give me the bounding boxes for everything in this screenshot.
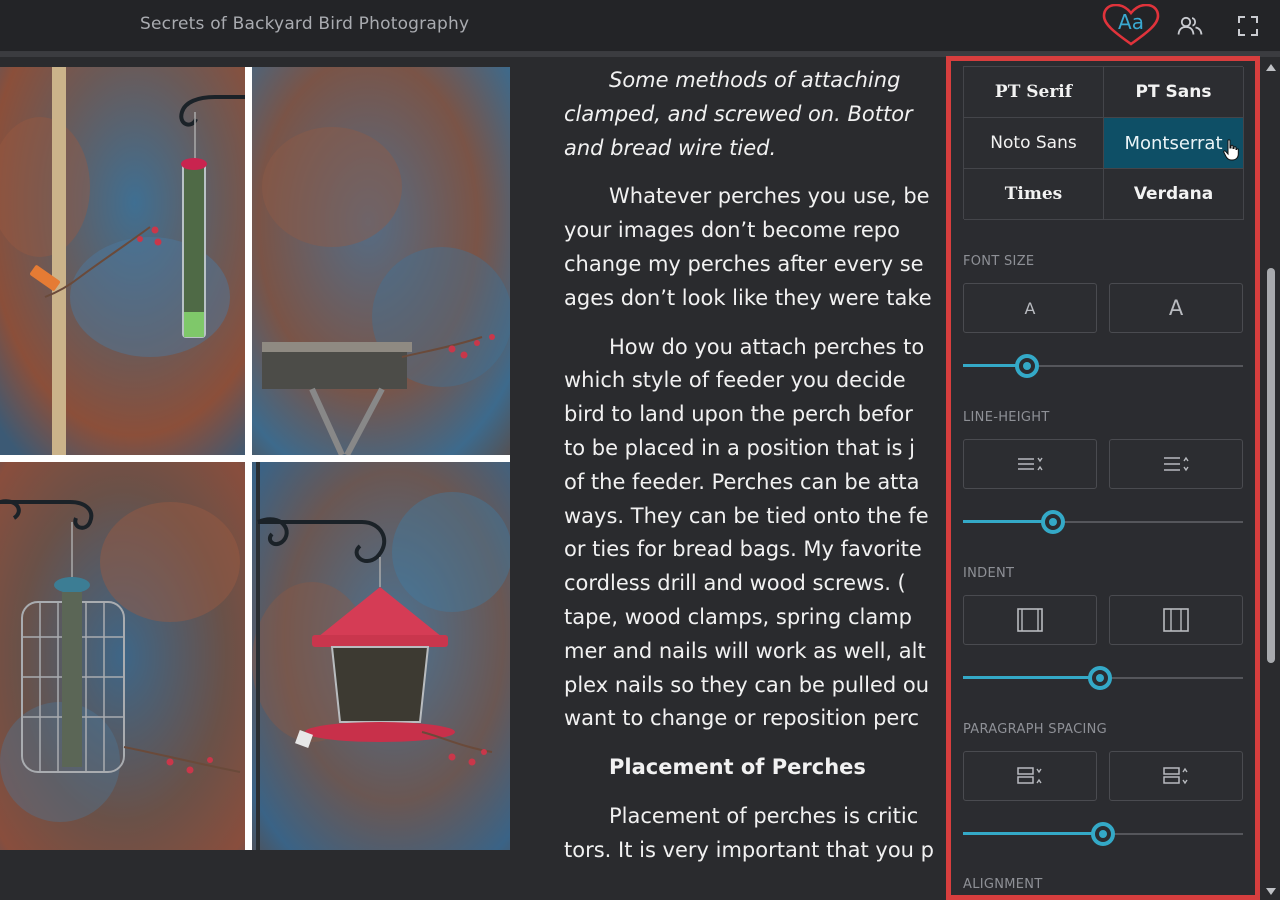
paragraph-line: ages don’t look like they were take (564, 285, 932, 310)
indent-label: INDENT (963, 566, 1015, 581)
section-heading: Placement of Perches (609, 755, 866, 780)
decrease-line-height-button[interactable] (963, 439, 1097, 489)
paragraph-spacing-label: PARAGRAPH SPACING (963, 722, 1108, 737)
line-height-slider-thumb[interactable] (1041, 510, 1065, 534)
increase-paragraph-spacing-button[interactable] (1109, 751, 1243, 801)
font-option-pt-serif[interactable]: PT Serif (964, 67, 1104, 118)
indent-decrease-icon (1017, 608, 1043, 632)
indent-slider-thumb[interactable] (1088, 666, 1112, 690)
paragraph-line: tape, wood clamps, spring clamp (564, 604, 912, 629)
settings-scrollbar[interactable] (1262, 58, 1280, 900)
paragraph-spacing-slider-thumb[interactable] (1091, 822, 1115, 846)
alignment-label: ALIGNMENT (963, 877, 1043, 892)
paragraph-line: of the feeder. Perches can be atta (564, 469, 920, 494)
paragraph-line: which style of feeder you decide (564, 368, 906, 393)
font-size-label: FONT SIZE (963, 254, 1035, 269)
paragraph-spacing-increase-icon (1163, 767, 1188, 785)
aa-label: Aa (1118, 10, 1144, 34)
photo-cage-feeder (0, 462, 245, 850)
font-option-noto-sans[interactable]: Noto Sans (964, 118, 1104, 169)
typography-settings-panel: PT Serif PT Sans Noto Sans Montserrat Ti… (946, 56, 1260, 900)
caption-line: and bread wire tied. (564, 135, 777, 160)
increase-indent-button[interactable] (1109, 595, 1243, 645)
paragraph-line: mer and nails will work as well, alt (564, 638, 926, 663)
paragraph-spacing-slider[interactable] (963, 822, 1243, 846)
caption-line: clamped, and screwed on. Bottor (564, 101, 913, 126)
small-a-icon: A (1024, 298, 1036, 318)
font-family-grid: PT Serif PT Sans Noto Sans Montserrat Ti… (963, 66, 1244, 220)
indent-buttons (963, 595, 1243, 645)
increase-line-height-button[interactable] (1109, 439, 1243, 489)
indent-slider[interactable] (963, 666, 1243, 690)
decrease-indent-button[interactable] (963, 595, 1097, 645)
book-title: Secrets of Backyard Bird Photography (140, 14, 470, 34)
paragraph-line: ways. They can be tied onto the fe (564, 503, 929, 528)
text-settings-button[interactable]: Aa (1100, 4, 1162, 46)
scroll-thumb[interactable] (1267, 268, 1275, 663)
fullscreen-icon (1238, 16, 1258, 36)
paragraph-line: change my perches after every se (564, 251, 924, 276)
large-a-icon: A (1168, 296, 1184, 320)
font-option-pt-sans[interactable]: PT Sans (1104, 67, 1244, 118)
paragraph-line: How do you attach perches to (609, 334, 925, 359)
line-height-slider[interactable] (963, 510, 1243, 534)
reading-pane: Some methods of attaching clamped, and s… (564, 64, 954, 900)
paragraph-line: Whatever perches you use, be (609, 184, 930, 209)
font-size-slider[interactable] (963, 354, 1243, 378)
paragraph-line: plex nails so they can be pulled ou (564, 672, 930, 697)
readers-button[interactable] (1172, 8, 1208, 44)
line-height-increase-icon (1164, 456, 1189, 472)
font-option-verdana[interactable]: Verdana (1104, 169, 1244, 220)
font-size-buttons: A A (963, 283, 1243, 333)
paragraph-line: cordless drill and wood screws. ( (564, 571, 906, 596)
hand-pointer-icon (1223, 139, 1239, 161)
paragraph-line: your images don’t become repo (564, 218, 900, 243)
paragraph-spacing-decrease-icon (1017, 767, 1042, 784)
readers-icon (1177, 16, 1203, 35)
photo-tube-feeder (0, 67, 245, 455)
font-size-slider-thumb[interactable] (1015, 354, 1039, 378)
photo-hopper-feeder (252, 462, 510, 850)
paragraph-line: or ties for bread bags. My favorite (564, 537, 922, 562)
scroll-up-arrow-icon[interactable] (1266, 64, 1276, 71)
photo-platform-feeder (252, 67, 510, 455)
decrease-paragraph-spacing-button[interactable] (963, 751, 1097, 801)
paragraph-line: Placement of perches is critic (609, 803, 919, 828)
paragraph-spacing-buttons (963, 751, 1243, 801)
increase-font-size-button[interactable]: A (1109, 283, 1243, 333)
line-height-decrease-icon (1018, 457, 1043, 471)
paragraph-line: want to change or reposition perc (564, 706, 920, 731)
scroll-down-arrow-icon[interactable] (1266, 888, 1276, 895)
indent-increase-icon (1163, 608, 1189, 632)
decrease-font-size-button[interactable]: A (963, 283, 1097, 333)
font-option-times[interactable]: Times (964, 169, 1104, 220)
paragraph-line: tors. It is very important that you p (564, 837, 934, 862)
line-height-buttons (963, 439, 1243, 489)
text-settings-icon: Aa (1102, 4, 1160, 46)
paragraph-line: bird to land upon the perch befor (564, 402, 913, 427)
caption-line: Some methods of attaching (609, 68, 901, 92)
fullscreen-button[interactable] (1230, 8, 1266, 44)
paragraph-line: to be placed in a position that is j (564, 435, 916, 460)
line-height-label: LINE-HEIGHT (963, 410, 1050, 425)
feeder-photo-grid (0, 67, 510, 850)
top-bar: Secrets of Backyard Bird Photography Aa (0, 0, 1280, 52)
